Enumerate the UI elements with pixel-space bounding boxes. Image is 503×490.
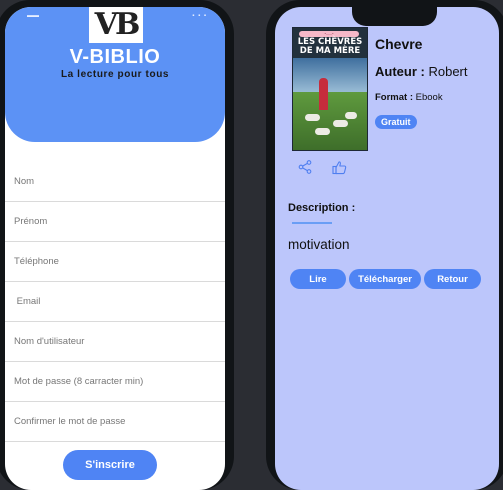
back-button[interactable]: Retour — [424, 269, 481, 289]
author-value: Robert — [428, 64, 468, 79]
register-phone-frame: ▬▬ ▪ ▪ ▪ VB V-BIBLIO La lecture pour tou… — [0, 0, 234, 490]
status-bar-icons: ▪ ▪ ▪ — [192, 13, 207, 19]
last-name-input[interactable] — [14, 176, 214, 187]
register-header: ▬▬ ▪ ▪ ▪ VB V-BIBLIO La lecture pour tou… — [5, 7, 225, 142]
register-button[interactable]: S'inscrire — [63, 450, 157, 480]
book-title: Chevre — [375, 36, 423, 52]
author-label: Auteur : — [375, 64, 425, 79]
app-tagline: La lecture pour tous — [60, 69, 170, 80]
register-form — [5, 162, 225, 442]
first-name-input[interactable] — [14, 216, 214, 227]
format-row: Format : Ebook — [375, 92, 443, 103]
format-value: Ebook — [415, 92, 443, 103]
poster-figure — [319, 78, 328, 110]
thumbs-up-icon[interactable] — [330, 158, 348, 176]
username-input[interactable] — [14, 336, 214, 347]
confirm-password-field-row — [5, 402, 225, 442]
book-detail-phone-frame: "……" LES CHÈVRES DE MA MÈRE Chevre Auteu… — [266, 0, 503, 490]
app-logo: VB — [89, 7, 143, 43]
book-detail-screen: "……" LES CHÈVRES DE MA MÈRE Chevre Auteu… — [275, 7, 499, 490]
email-input[interactable] — [14, 296, 214, 307]
app-name: V-BIBLIO — [69, 46, 161, 68]
logo-mark-text: VB — [94, 7, 141, 42]
phone-field-row — [5, 242, 225, 282]
status-bar-time: ▬▬ — [27, 13, 39, 19]
description-underline — [292, 222, 332, 224]
read-button[interactable]: Lire — [290, 269, 346, 289]
last-name-field-row — [5, 162, 225, 202]
download-button[interactable]: Télécharger — [349, 269, 421, 289]
register-screen: ▬▬ ▪ ▪ ▪ VB V-BIBLIO La lecture pour tou… — [5, 7, 225, 490]
phone-notch — [352, 7, 437, 26]
description-text: motivation — [288, 237, 350, 252]
price-badge: Gratuit — [375, 115, 417, 129]
email-field-row — [5, 282, 225, 322]
first-name-field-row — [5, 202, 225, 242]
format-label: Format : — [375, 92, 413, 103]
username-field-row — [5, 322, 225, 362]
poster-title: LES CHÈVRES DE MA MÈRE — [297, 37, 363, 56]
description-label: Description : — [288, 202, 356, 214]
share-icon[interactable] — [296, 158, 314, 176]
password-input[interactable] — [14, 376, 214, 387]
author-row: Auteur : Robert — [375, 64, 468, 79]
phone-input[interactable] — [14, 256, 214, 267]
book-cover-image: "……" LES CHÈVRES DE MA MÈRE — [292, 27, 368, 151]
confirm-password-input[interactable] — [14, 416, 214, 427]
password-field-row — [5, 362, 225, 402]
